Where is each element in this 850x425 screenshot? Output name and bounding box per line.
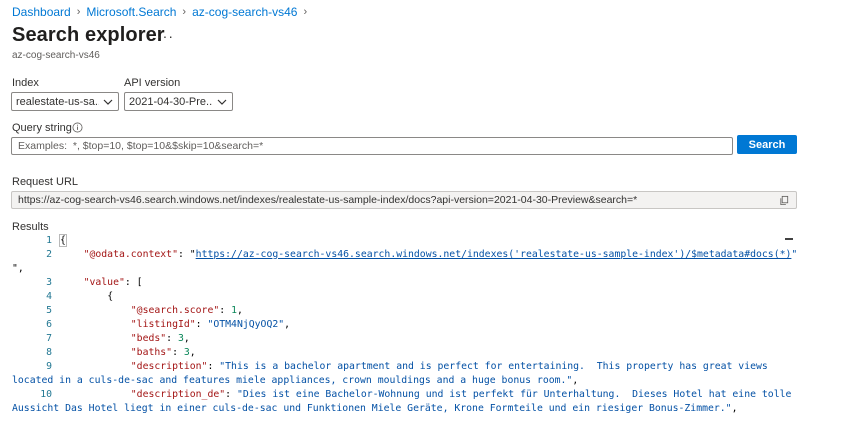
breadcrumb-service[interactable]: az-cog-search-vs46 (192, 5, 297, 19)
chevron-down-icon (217, 99, 227, 105)
breadcrumb-dashboard[interactable]: Dashboard (12, 5, 71, 19)
code-line: "value": [ (60, 276, 795, 290)
index-dropdown-value: realestate-us-sa... (16, 95, 99, 108)
json-key: "baths" (130, 347, 173, 358)
json-punct: : " (177, 249, 196, 260)
code-line: "description_de": "Dies ist eine Bachelo… (60, 388, 795, 402)
code-line: { (60, 290, 795, 304)
code-line-wrap: located in a culs-de-sac and features mi… (12, 374, 795, 388)
line-number: 2 (46, 249, 52, 260)
chevron-down-icon (103, 99, 113, 105)
json-punct: , (183, 333, 190, 344)
json-key: "beds" (130, 333, 167, 344)
page-subtitle: az-cog-search-vs46 (12, 50, 100, 61)
request-url-field[interactable]: https://az-cog-search-vs46.search.window… (11, 191, 797, 209)
code-line-wrap: ", (12, 262, 795, 276)
breadcrumb: Dashboard › Microsoft.Search › az-cog-se… (12, 5, 313, 19)
line-number: 1 (46, 235, 52, 246)
json-string: "OTM4NjQyOQ2" (207, 319, 285, 330)
json-string: "This is a bachelor apartment and is per… (219, 361, 768, 372)
scrollbar-marker[interactable] (785, 238, 793, 240)
json-punct: , (731, 403, 738, 414)
line-number: 9 (46, 361, 52, 372)
api-version-dropdown-value: 2021-04-30-Pre... (129, 95, 213, 108)
json-code: { "@odata.context": "https://az-cog-sear… (12, 234, 798, 416)
json-key: "value" (83, 277, 125, 288)
json-punct: : [ (124, 277, 143, 288)
json-string: located in a culs-de-sac and features mi… (12, 375, 573, 386)
line-number: 5 (46, 305, 52, 316)
json-string: "Dies ist eine Bachelor-Wohnung und ist … (236, 389, 792, 400)
query-string-label: Query string (12, 122, 72, 134)
json-key: "description" (130, 361, 208, 372)
chevron-right-icon: › (76, 6, 81, 18)
json-punct: , (284, 319, 291, 330)
page-title: Search explorer (12, 24, 165, 46)
json-key: "description_de" (130, 389, 226, 400)
query-string-input[interactable] (11, 137, 733, 155)
json-punct: , (572, 375, 579, 386)
copy-icon[interactable] (779, 195, 790, 206)
api-version-label: API version (124, 77, 181, 89)
json-string: Aussicht Das Hotel liegt in einer culs-d… (12, 403, 732, 414)
odata-context-link[interactable]: https://az-cog-search-vs46.search.window… (196, 249, 792, 260)
json-punct: : (225, 389, 237, 400)
code-line: "baths": 3, (60, 346, 795, 360)
code-line: "listingId": "OTM4NjQyOQ2", (60, 318, 795, 332)
code-line: { (59, 234, 795, 248)
json-brace: { (107, 291, 114, 302)
request-url-value: https://az-cog-search-vs46.search.window… (18, 194, 638, 206)
index-label: Index (12, 77, 39, 89)
chevron-right-icon: › (303, 6, 308, 18)
json-punct: : (219, 305, 232, 316)
code-line-wrap: Aussicht Das Hotel liegt in einer culs-d… (12, 402, 795, 416)
code-line: "@odata.context": "https://az-cog-search… (60, 248, 798, 262)
breadcrumb-microsoft-search[interactable]: Microsoft.Search (86, 5, 176, 19)
json-punct: : (207, 361, 220, 372)
json-punct: : (166, 333, 178, 344)
results-label: Results (12, 221, 49, 233)
json-brace: { (59, 234, 67, 247)
code-line: "beds": 3, (60, 332, 795, 346)
results-editor[interactable]: 1 2 3 4 5 6 7 8 9 10 { "@odata.context":… (12, 234, 799, 425)
index-dropdown[interactable]: realestate-us-sa... (11, 92, 119, 111)
more-actions-button[interactable]: ··· (157, 28, 174, 44)
line-number: 6 (46, 319, 52, 330)
code-line: "description": "This is a bachelor apart… (60, 360, 795, 374)
json-punct: " (791, 249, 798, 260)
chevron-right-icon: › (182, 6, 187, 18)
line-number: 7 (46, 333, 52, 344)
line-number: 8 (46, 347, 52, 358)
json-punct: ", (12, 263, 24, 274)
info-icon[interactable] (72, 122, 83, 133)
json-key: "@odata.context" (83, 249, 178, 260)
line-number: 3 (46, 277, 52, 288)
json-punct: : (195, 319, 208, 330)
json-key: "@search.score" (130, 305, 220, 316)
line-number: 10 (40, 389, 52, 400)
json-key: "listingId" (130, 319, 196, 330)
line-number: 4 (46, 291, 52, 302)
request-url-label: Request URL (12, 176, 79, 188)
api-version-dropdown[interactable]: 2021-04-30-Pre... (124, 92, 233, 111)
search-button[interactable]: Search (737, 135, 797, 154)
json-punct: : (172, 347, 184, 358)
json-punct: , (189, 347, 196, 358)
json-punct: , (236, 305, 243, 316)
code-line: "@search.score": 1, (60, 304, 795, 318)
